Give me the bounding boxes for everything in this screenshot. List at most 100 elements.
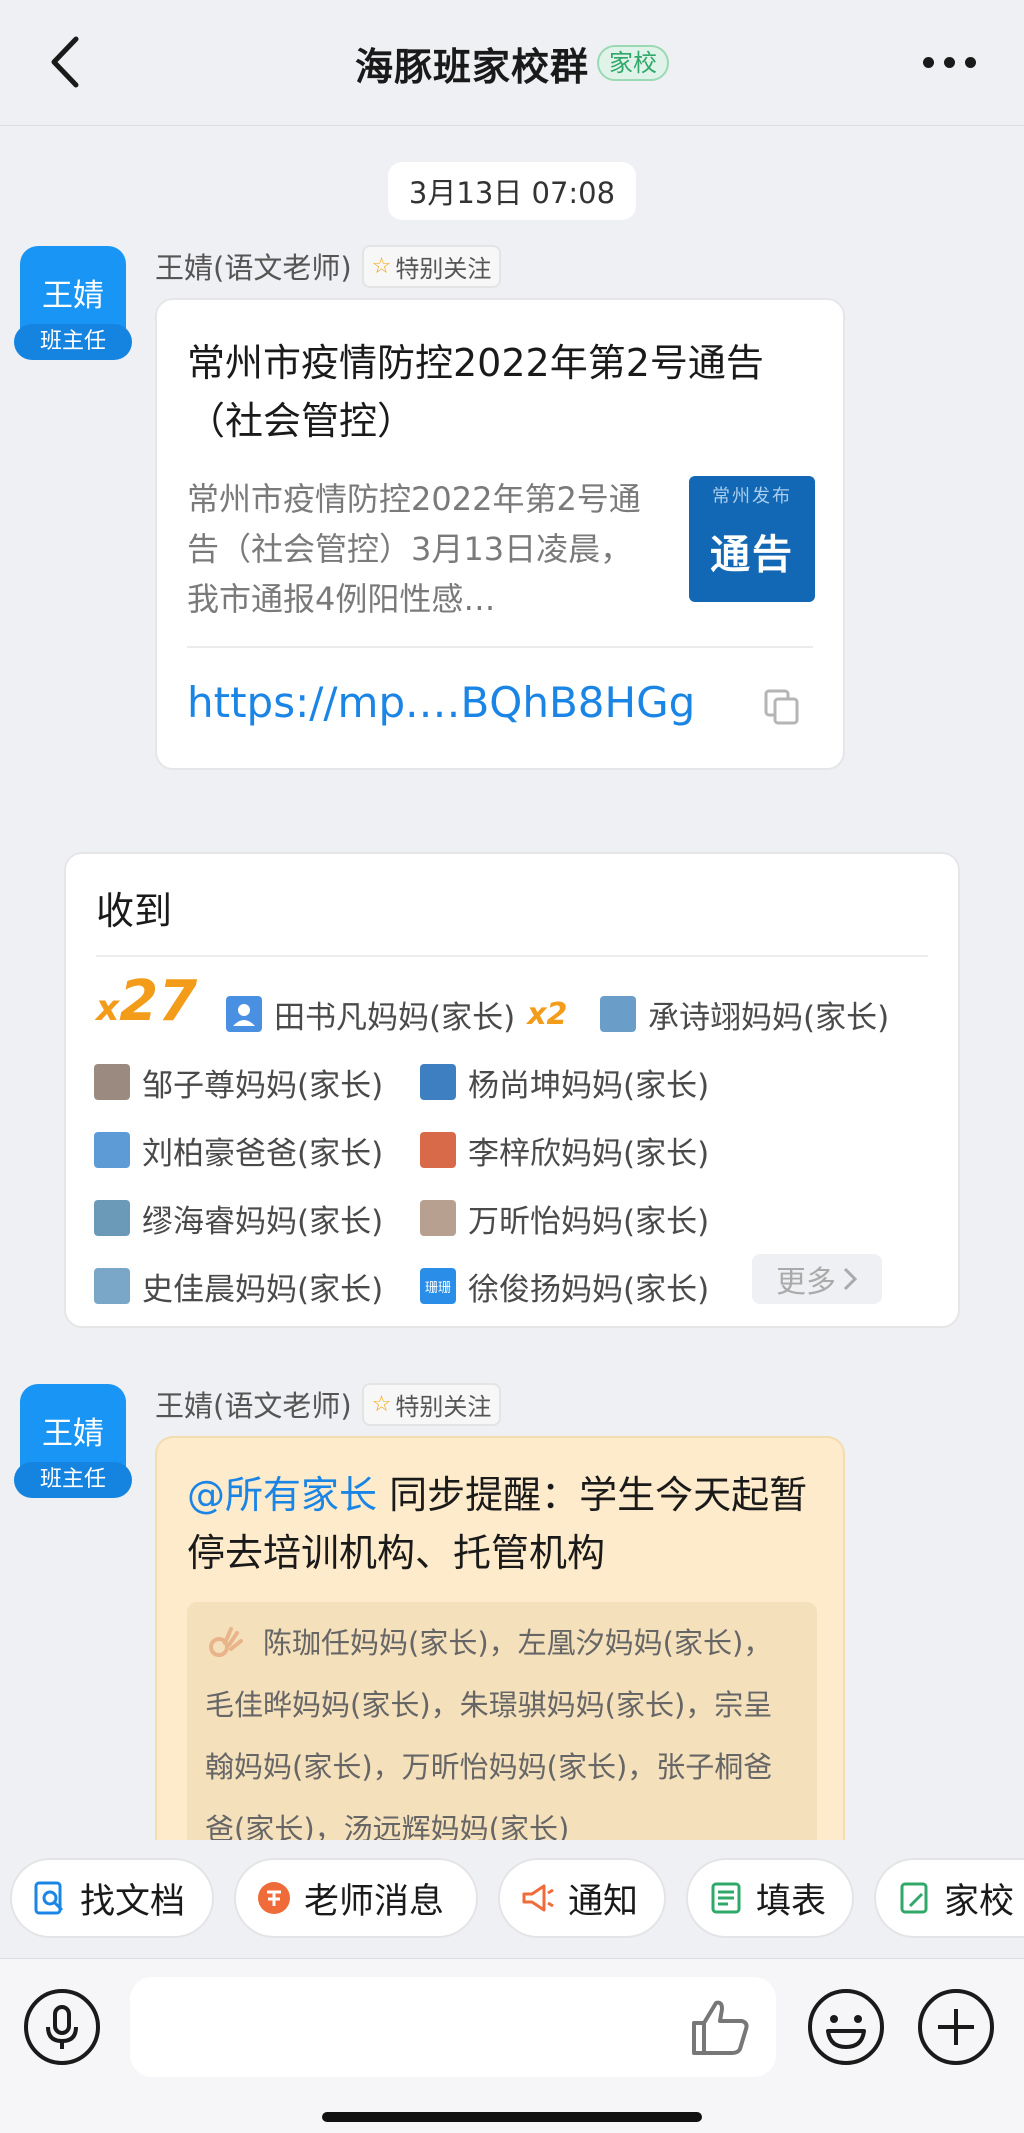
receipt-count-prefix: x — [96, 988, 120, 1029]
receipt-parent[interactable]: 史佳晨妈妈(家长) — [94, 1266, 384, 1308]
group-type-badge: 家校 — [597, 45, 669, 81]
parent-name: 缪海睿妈妈(家长) — [142, 1203, 384, 1240]
receipt-parent[interactable]: 田书凡妈妈(家长) x2 — [226, 994, 568, 1036]
avatar-name: 王婧 — [42, 1416, 104, 1452]
person-icon — [226, 996, 262, 1032]
message-timestamp: 3月13日 07:08 — [388, 162, 636, 220]
receipt-card: 收到 x27 田书凡妈妈(家长) x2 承诗翊妈妈(家长) 邹子尊妈妈(家长) … — [64, 852, 960, 1328]
avatar-role-badge: 班主任 — [14, 1462, 132, 1498]
confirmed-list: 陈珈任妈妈(家长)，左凰汐妈妈(家长)，毛佳晔妈妈(家长)，朱璟骐妈妈(家长)，… — [187, 1602, 817, 1862]
quick-action-bar: 找文档 老师消息 通知 填表 家校 — [0, 1840, 1024, 1958]
divider — [96, 955, 928, 957]
receipt-count-value: 27 — [119, 969, 198, 1034]
receipt-parent[interactable]: 缪海睿妈妈(家长) — [94, 1198, 384, 1240]
reminder-message[interactable]: @所有家长 同步提醒：学生今天起暂停去培训机构、托管机构 陈珈任妈妈(家长)，左… — [155, 1436, 845, 1862]
star-icon: ☆ — [371, 253, 392, 279]
megaphone-icon — [522, 1884, 554, 1912]
thumbnail-subtitle: 常州发布 — [712, 486, 792, 507]
parent-name: 刘柏豪爸爸(家长) — [142, 1135, 384, 1172]
more-options-button[interactable] — [914, 42, 984, 82]
avatar-role-badge: 班主任 — [14, 324, 132, 360]
avatar — [600, 996, 636, 1032]
more-receipts-button[interactable]: 更多 — [752, 1254, 882, 1304]
avatar — [94, 1200, 130, 1236]
special-follow-label: 特别关注 — [395, 1392, 492, 1421]
parent-name: 承诗翊妈妈(家长) — [648, 999, 890, 1036]
star-icon: ☆ — [371, 1391, 392, 1417]
reminder-text: @所有家长 同步提醒：学生今天起暂停去培训机构、托管机构 — [187, 1466, 827, 1582]
sender-name: 王婧(语文老师) — [155, 251, 352, 285]
quick-action-label: 家校 — [944, 1881, 1015, 1922]
sender-line: 王婧(语文老师) ☆ 特别关注 — [155, 1382, 502, 1426]
divider — [187, 646, 813, 648]
avatar — [94, 1064, 130, 1100]
parent-name: 田书凡妈妈(家长) — [274, 999, 516, 1036]
dot-icon — [943, 56, 955, 68]
thumbnail-title: 通告 — [710, 532, 794, 578]
chat-title-group: 海豚班家校群 家校 — [0, 36, 1024, 90]
sender-avatar[interactable]: 王婧 班主任 — [14, 1384, 132, 1498]
quick-form-button[interactable]: 填表 — [686, 1858, 854, 1938]
avatar — [94, 1268, 130, 1304]
avatar: 珊珊 — [420, 1268, 456, 1304]
receipt-parent[interactable]: 珊珊 徐俊扬妈妈(家长) — [420, 1266, 709, 1308]
quick-action-label: 填表 — [756, 1881, 827, 1922]
receipt-parent[interactable]: 万昕怡妈妈(家长) — [420, 1198, 710, 1240]
parent-name: 史佳晨妈妈(家长) — [142, 1271, 384, 1308]
notebook-icon — [900, 1882, 928, 1914]
avatar — [94, 1132, 130, 1168]
teacher-icon — [258, 1882, 290, 1914]
special-follow-label: 特别关注 — [395, 254, 492, 283]
sender-name: 王婧(语文老师) — [155, 1389, 352, 1423]
receipt-parent[interactable]: 刘柏豪爸爸(家长) — [94, 1130, 384, 1172]
mention-all[interactable]: @所有家长 — [187, 1473, 377, 1517]
link-description: 常州市疫情防控2022年第2号通告（社会管控）3月13日凌晨，我市通报4例阳性感… — [187, 480, 641, 618]
receipt-parent[interactable]: 杨尚坤妈妈(家长) — [420, 1062, 710, 1104]
receipt-title: 收到 — [96, 889, 173, 933]
form-icon — [711, 1882, 741, 1914]
quick-home-school-button[interactable]: 家校 — [874, 1858, 1024, 1938]
confirmed-names: 陈珈任妈妈(家长)，左凰汐妈妈(家长)，毛佳晔妈妈(家长)，朱璟骐妈妈(家长)，… — [205, 1626, 773, 1846]
quick-notice-button[interactable]: 通知 — [498, 1858, 666, 1938]
link-card[interactable]: 常州市疫情防控2022年第2号通告（社会管控） 常州市疫情防控2022年第2号通… — [155, 298, 845, 770]
parent-name: 万昕怡妈妈(家长) — [468, 1203, 710, 1240]
sender-line: 王婧(语文老师) ☆ 特别关注 — [155, 244, 502, 288]
special-follow-tag: ☆ 特别关注 — [361, 1382, 502, 1426]
more-label: 更多 — [776, 1265, 836, 1300]
message-input-bar — [0, 1958, 1024, 2133]
emoji-icon[interactable] — [806, 1987, 886, 2067]
parent-name: 邹子尊妈妈(家长) — [142, 1067, 384, 1104]
microphone-icon[interactable] — [22, 1987, 102, 2067]
thumbs-up-icon[interactable] — [688, 1995, 752, 2059]
link-title: 常州市疫情防控2022年第2号通告（社会管控） — [187, 341, 764, 443]
copy-icon[interactable] — [762, 687, 802, 727]
quick-action-label: 找文档 — [80, 1881, 186, 1922]
chevron-right-icon — [843, 1267, 858, 1291]
doc-search-icon — [34, 1881, 64, 1915]
parent-name: 李梓欣妈妈(家长) — [468, 1135, 710, 1172]
special-follow-tag: ☆ 特别关注 — [361, 244, 502, 288]
receipt-parent[interactable]: 承诗翊妈妈(家长) — [600, 994, 890, 1036]
home-indicator[interactable] — [322, 2112, 702, 2122]
avatar — [420, 1132, 456, 1168]
quick-action-label: 老师消息 — [304, 1881, 445, 1922]
link-url[interactable]: https://mp.…BQhB8HGg — [187, 678, 695, 727]
quick-action-label: 通知 — [568, 1881, 639, 1922]
receipt-count: x27 — [96, 969, 197, 1035]
dot-icon — [964, 56, 976, 68]
avatar — [420, 1200, 456, 1236]
receipt-parent[interactable]: 邹子尊妈妈(家长) — [94, 1062, 384, 1104]
quick-teacher-messages-button[interactable]: 老师消息 — [234, 1858, 478, 1938]
parent-name: 杨尚坤妈妈(家长) — [468, 1067, 710, 1104]
receipt-parent[interactable]: 李梓欣妈妈(家长) — [420, 1130, 710, 1172]
ok-hand-icon — [209, 1627, 243, 1657]
receipt-times: x2 — [527, 996, 568, 1032]
chat-title: 海豚班家校群 — [354, 44, 589, 89]
dot-icon — [922, 56, 934, 68]
chat-header: 海豚班家校群 家校 — [0, 0, 1024, 126]
quick-find-docs-button[interactable]: 找文档 — [10, 1858, 214, 1938]
avatar-name: 王婧 — [42, 278, 104, 314]
sender-avatar[interactable]: 王婧 班主任 — [14, 246, 132, 360]
plus-icon[interactable] — [916, 1987, 996, 2067]
message-input[interactable] — [130, 1977, 776, 2077]
